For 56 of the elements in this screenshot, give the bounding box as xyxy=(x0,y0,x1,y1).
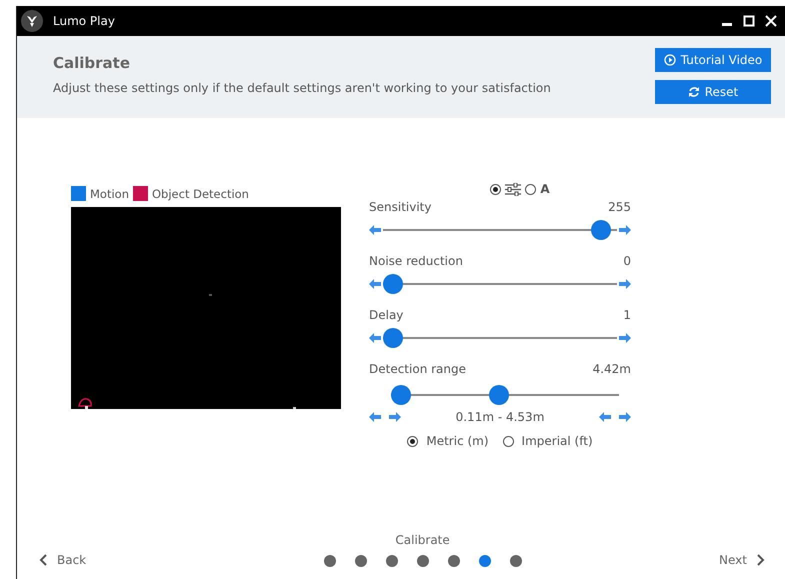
step-dot[interactable] xyxy=(478,555,491,567)
tutorial-video-button[interactable]: Tutorial Video xyxy=(655,48,771,72)
slider-label: Sensitivity xyxy=(369,200,432,214)
mode-label: A xyxy=(540,182,550,196)
legend-label: Motion xyxy=(90,186,129,200)
reset-button[interactable]: Reset xyxy=(655,80,771,104)
arrow-right-icon[interactable] xyxy=(619,333,631,343)
radio-button[interactable] xyxy=(490,184,502,194)
step-title: Calibrate xyxy=(395,533,450,547)
slider-value: 1 xyxy=(623,308,631,322)
range-reading: 0.11m - 4.53m xyxy=(456,410,544,424)
unit-label: Imperial (ft) xyxy=(522,434,593,448)
arrow-left-icon[interactable] xyxy=(369,333,381,343)
refresh-icon xyxy=(688,86,700,98)
back-button[interactable]: Back xyxy=(39,553,86,567)
chevron-right-icon xyxy=(756,554,765,566)
legend-label: Object Detection xyxy=(152,186,249,200)
slider-thumb[interactable] xyxy=(488,385,509,405)
slider-label: Delay xyxy=(369,308,404,322)
arrow-right-icon[interactable] xyxy=(389,412,401,422)
step-dot[interactable] xyxy=(510,555,522,567)
step-dot[interactable] xyxy=(354,555,367,567)
play-icon xyxy=(664,54,676,66)
page-subtitle: Adjust these settings only if the default settings aren't working to your satisfaction xyxy=(53,81,552,95)
slider-thumb[interactable] xyxy=(383,274,403,294)
arrow-left-icon[interactable] xyxy=(369,412,381,422)
slider-label: Noise reduction xyxy=(369,254,463,268)
slider-value: 255 xyxy=(608,200,631,214)
close-icon[interactable] xyxy=(765,15,777,27)
next-button[interactable]: Next xyxy=(719,553,765,567)
arrow-left-icon[interactable] xyxy=(599,412,611,422)
arrow-right-icon[interactable] xyxy=(619,412,631,422)
radio-button[interactable] xyxy=(407,436,418,446)
slider-thumb[interactable] xyxy=(391,385,411,405)
slider-thumb[interactable] xyxy=(590,220,611,240)
step-dot[interactable] xyxy=(416,555,429,567)
arrow-right-icon[interactable] xyxy=(619,279,631,289)
unit-label: Metric (m) xyxy=(426,434,489,448)
radio-button[interactable] xyxy=(502,436,514,446)
maximize-icon[interactable] xyxy=(743,15,755,27)
step-dot[interactable] xyxy=(448,555,460,567)
logo-icon xyxy=(21,10,43,32)
arrow-right-icon[interactable] xyxy=(619,225,631,235)
chevron-left-icon xyxy=(39,554,47,566)
step-dot[interactable] xyxy=(386,555,398,567)
step-dot[interactable] xyxy=(324,555,336,567)
window-title: Lumo Play xyxy=(53,14,116,28)
slider-label: Detection range xyxy=(369,362,466,376)
sliders-icon xyxy=(505,182,522,196)
slider-value: 4.42m xyxy=(592,362,631,376)
arrow-left-icon[interactable] xyxy=(369,225,381,235)
radio-button[interactable] xyxy=(525,184,536,194)
arrow-left-icon[interactable] xyxy=(369,279,381,289)
slider-value: 0 xyxy=(623,254,631,268)
page-title: Calibrate xyxy=(53,54,132,72)
slider-thumb[interactable] xyxy=(383,328,403,348)
